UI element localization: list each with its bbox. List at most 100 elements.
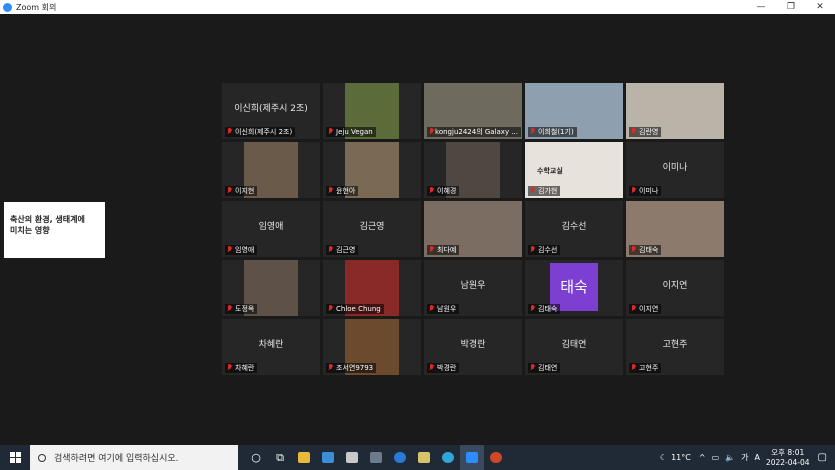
edge-icon[interactable]: [436, 445, 460, 470]
participant-tile[interactable]: Chloe Chung: [323, 260, 421, 316]
participant-tile[interactable]: 김태숙: [626, 201, 724, 257]
participant-tile[interactable]: 김란영: [626, 83, 724, 139]
participant-name-large: 박경란: [460, 340, 486, 350]
participant-name-label: 차혜란: [225, 363, 258, 373]
chevron-up-icon[interactable]: ^: [699, 453, 706, 462]
participant-tile[interactable]: 김태연 김태연: [525, 319, 623, 375]
participant-name-large: 고현주: [662, 340, 688, 350]
powerpoint-icon[interactable]: [484, 445, 508, 470]
close-button[interactable]: ✕: [805, 0, 835, 14]
photos-icon[interactable]: [412, 445, 436, 470]
participant-tile[interactable]: 박경란 박경란: [424, 319, 522, 375]
meeting-stage: 축산의 환경, 생태계에 미치는 영향 이신희(제주시 2조) 이신희(제주시 2…: [0, 14, 835, 445]
maximize-button[interactable]: ❐: [776, 0, 806, 14]
window-title: Zoom 회의: [16, 2, 57, 12]
weather-temp[interactable]: 11°C: [671, 453, 691, 462]
participant-tile[interactable]: 최다예: [424, 201, 522, 257]
participant-name: 고현주: [639, 364, 659, 372]
participant-tile[interactable]: 수학교실김가현: [525, 142, 623, 198]
participant-name-label: 이미나: [629, 186, 662, 196]
volume-icon[interactable]: 🔈: [725, 453, 735, 462]
participant-tile[interactable]: kongju2424의 Galaxy ...: [424, 83, 522, 139]
participant-name: 이희철(1기): [538, 128, 574, 136]
participant-name: 임영애: [235, 246, 255, 254]
calculator-icon[interactable]: [364, 445, 388, 470]
mic-muted-icon: [328, 187, 334, 195]
zoom-taskbar-icon[interactable]: [460, 445, 484, 470]
mic-muted-icon: [429, 246, 435, 254]
participant-name: 이신희(제주시 2조): [235, 128, 293, 136]
participant-tile[interactable]: 차혜란 차혜란: [222, 319, 320, 375]
participant-name-label: 고현주: [629, 363, 662, 373]
participant-tile[interactable]: Jeju Vegan: [323, 83, 421, 139]
file-explorer-icon[interactable]: [292, 445, 316, 470]
ime-mode[interactable]: 가: [741, 452, 748, 463]
participant-tile[interactable]: 조서연9793: [323, 319, 421, 375]
participant-tile[interactable]: 김근영 김근영: [323, 201, 421, 257]
participant-tile[interactable]: 윤현아: [323, 142, 421, 198]
participant-name-large: 남원우: [460, 281, 486, 291]
mic-muted-icon: [631, 246, 637, 254]
ie-icon[interactable]: [388, 445, 412, 470]
mic-muted-icon: [530, 246, 536, 254]
participant-name: Chloe Chung: [336, 305, 381, 313]
participant-name: 김태연: [538, 364, 558, 372]
participant-tile[interactable]: 이혜경: [424, 142, 522, 198]
participant-name-large: 이신희(제주시 2조): [234, 104, 308, 114]
participant-name: 이지연: [639, 305, 659, 313]
network-icon[interactable]: ▭: [712, 453, 720, 462]
ime-language[interactable]: A: [754, 453, 759, 462]
windows-taskbar: 검색하려면 여기에 입력하십시오. ○ ⧉ ☾ 11°C ^ ▭ 🔈 가 A 오…: [0, 445, 835, 470]
mic-muted-icon: [328, 305, 334, 313]
slide-title-line1: 축산의 환경, 생태계에: [10, 215, 85, 224]
participant-tile[interactable]: 도정옥: [222, 260, 320, 316]
participant-name-label: 박경란: [427, 363, 460, 373]
mic-muted-icon: [530, 364, 536, 372]
participant-name-label: 이신희(제주시 2조): [225, 127, 296, 137]
shared-slide-thumbnail[interactable]: 축산의 환경, 생태계에 미치는 영향: [4, 202, 105, 258]
participant-name: 이지현: [235, 187, 255, 195]
participant-tile[interactable]: 임영애 임영애: [222, 201, 320, 257]
cortana-icon[interactable]: ○: [244, 445, 268, 470]
participant-name-label: 이희철(1기): [528, 127, 577, 137]
mic-muted-icon: [530, 128, 536, 136]
participant-name-label: 윤현아: [326, 186, 359, 196]
video-overlay-text: 수학교실: [537, 167, 563, 175]
notification-icon[interactable]: ▢: [818, 452, 827, 463]
taskbar-search[interactable]: 검색하려면 여기에 입력하십시오.: [30, 445, 238, 470]
participant-name: 김태숙: [639, 246, 659, 254]
participant-tile[interactable]: 김수선 김수선: [525, 201, 623, 257]
participant-tile[interactable]: 태숙 김태숙: [525, 260, 623, 316]
task-view-icon[interactable]: ⧉: [268, 445, 292, 470]
participant-name: 김근영: [336, 246, 356, 254]
participant-name-label: 최다예: [427, 245, 460, 255]
mic-muted-icon: [631, 187, 637, 195]
system-tray: ☾ 11°C ^ ▭ 🔈 가 A 오후 8:01 2022-04-04 ▢: [660, 445, 835, 470]
mic-muted-icon: [328, 364, 334, 372]
participant-tile[interactable]: 이지현: [222, 142, 320, 198]
participant-name: 김란영: [639, 128, 659, 136]
participant-name: 박경란: [437, 364, 457, 372]
participant-tile[interactable]: 이신희(제주시 2조) 이신희(제주시 2조): [222, 83, 320, 139]
mic-muted-icon: [227, 364, 233, 372]
participant-tile[interactable]: 이미나 이미나: [626, 142, 724, 198]
participant-name-label: 이혜경: [427, 186, 460, 196]
participant-name-label: 김가현: [528, 186, 561, 196]
store-icon[interactable]: [316, 445, 340, 470]
participant-name-large: 이지연: [662, 281, 688, 291]
participant-tile[interactable]: 고현주 고현주: [626, 319, 724, 375]
participant-tile[interactable]: 남원우 남원우: [424, 260, 522, 316]
participant-name-label: 조서연9793: [326, 363, 377, 373]
participant-name-large: 이미나: [662, 163, 688, 173]
mic-muted-icon: [429, 187, 435, 195]
minimize-button[interactable]: —: [746, 0, 776, 14]
participant-name: 김태숙: [538, 305, 558, 313]
start-button[interactable]: [0, 445, 30, 470]
clock[interactable]: 오후 8:01 2022-04-04: [766, 448, 810, 468]
participant-tile[interactable]: 이지연 이지연: [626, 260, 724, 316]
participant-tile[interactable]: 이희철(1기): [525, 83, 623, 139]
search-icon: [38, 453, 46, 462]
participant-name-label: Jeju Vegan: [326, 127, 376, 137]
clock-date: 2022-04-04: [765, 457, 810, 467]
app-icon-1[interactable]: [340, 445, 364, 470]
